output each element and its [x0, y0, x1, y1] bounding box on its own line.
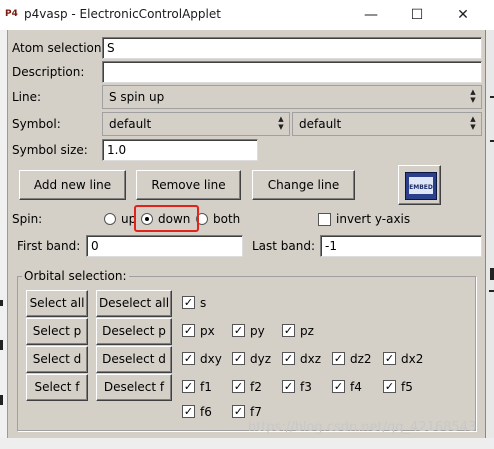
embed-icon: EMBED [405, 172, 437, 200]
orbital-dx2-label[interactable]: dx2 [401, 352, 423, 366]
orbital-dxz-label[interactable]: dxz [300, 352, 321, 366]
window-frame-right [485, 30, 494, 449]
orbital-f3-label[interactable]: f3 [300, 380, 312, 394]
background-artifact [490, 268, 494, 280]
orbital-f6-label[interactable]: f6 [200, 405, 212, 419]
spin-label: Spin: [12, 212, 43, 226]
orbital-px-checkbox[interactable]: ✓ [182, 324, 195, 337]
orbital-f4-label[interactable]: f4 [350, 380, 362, 394]
symbol-style-dropdown[interactable]: default ▲ ▼ [292, 112, 482, 136]
orbital-f7-checkbox[interactable]: ✓ [232, 405, 245, 418]
spin-both-label[interactable]: both [213, 212, 240, 226]
select-d-button[interactable]: Select d [26, 346, 88, 373]
close-icon: ✕ [457, 7, 469, 23]
first-band-label: First band: [17, 239, 81, 253]
orbital-dyz-checkbox[interactable]: ✓ [232, 352, 245, 365]
close-button[interactable]: ✕ [440, 0, 486, 30]
orbital-pz-checkbox[interactable]: ✓ [282, 324, 295, 337]
change-line-button[interactable]: Change line [252, 170, 355, 200]
first-band-input[interactable]: 0 [86, 235, 243, 257]
atom-selection-label: Atom selection: [12, 41, 106, 55]
orbital-f1-checkbox[interactable]: ✓ [182, 380, 195, 393]
invert-y-axis-checkbox[interactable] [318, 213, 331, 226]
orbital-py-checkbox[interactable]: ✓ [232, 324, 245, 337]
deselect-f-button[interactable]: Deselect f [96, 374, 172, 401]
orbital-dz2-label[interactable]: dz2 [350, 352, 372, 366]
invert-y-axis-label[interactable]: invert y-axis [336, 212, 410, 226]
app-icon: P4 [5, 9, 18, 19]
minimize-icon: — [364, 7, 378, 23]
orbital-f6-checkbox[interactable]: ✓ [182, 405, 195, 418]
last-band-label: Last band: [252, 239, 316, 253]
spin-up-radio[interactable] [104, 213, 116, 225]
select-f-button[interactable]: Select f [26, 374, 88, 401]
last-band-input[interactable]: -1 [320, 235, 482, 257]
orbital-dx2-checkbox[interactable]: ✓ [383, 352, 396, 365]
updown-arrow-icon: ▲ ▼ [470, 88, 476, 104]
orbital-s-label[interactable]: s [200, 296, 206, 310]
background-artifact [489, 290, 494, 292]
orbital-f5-label[interactable]: f5 [401, 380, 413, 394]
window-frame-bottom [0, 438, 494, 449]
window-title: p4vasp - ElectronicControlApplet [24, 7, 221, 21]
maximize-button[interactable]: ☐ [394, 0, 440, 30]
deselect-p-button[interactable]: Deselect p [96, 318, 172, 345]
orbital-f4-checkbox[interactable]: ✓ [332, 380, 345, 393]
symbol-label: Symbol: [12, 117, 61, 131]
orbital-dxy-label[interactable]: dxy [200, 352, 222, 366]
line-label: Line: [12, 90, 42, 104]
orbital-dxz-checkbox[interactable]: ✓ [282, 352, 295, 365]
updown-arrow-icon: ▲ ▼ [278, 115, 284, 131]
deselect-all-button[interactable]: Deselect all [96, 290, 172, 317]
embed-button[interactable]: EMBED [398, 165, 441, 205]
watermark-text: https://blog.csdn.net/qq_42168543 [248, 420, 477, 435]
updown-arrow-icon: ▲ ▼ [470, 115, 476, 131]
select-all-button[interactable]: Select all [26, 290, 88, 317]
description-label: Description: [12, 65, 85, 79]
orbital-f5-checkbox[interactable]: ✓ [383, 380, 396, 393]
background-artifact [0, 300, 3, 306]
orbital-py-label[interactable]: py [250, 324, 265, 338]
add-new-line-button[interactable]: Add new line [19, 170, 126, 200]
orbital-f1-label[interactable]: f1 [200, 380, 212, 394]
line-dropdown-value: S spin up [109, 90, 165, 104]
window-frame-left [0, 30, 8, 449]
embed-icon-label: EMBED [409, 177, 433, 194]
orbital-s-checkbox[interactable]: ✓ [182, 296, 195, 309]
background-artifact [490, 140, 494, 142]
description-input[interactable] [102, 61, 482, 83]
symbol-dropdown-value: default [109, 117, 152, 131]
symbol-size-input[interactable]: 1.0 [102, 139, 258, 161]
orbital-selection-legend: Orbital selection: [22, 269, 129, 283]
background-artifact [0, 340, 3, 350]
orbital-dz2-checkbox[interactable]: ✓ [332, 352, 345, 365]
orbital-f2-label[interactable]: f2 [250, 380, 262, 394]
maximize-icon: ☐ [410, 7, 424, 23]
orbital-pz-label[interactable]: pz [300, 324, 314, 338]
orbital-px-label[interactable]: px [200, 324, 215, 338]
minimize-button[interactable]: — [348, 0, 394, 30]
orbital-f7-label[interactable]: f7 [250, 405, 262, 419]
atom-selection-input[interactable]: S [102, 37, 482, 59]
line-dropdown[interactable]: S spin up ▲ ▼ [102, 85, 482, 109]
deselect-d-button[interactable]: Deselect d [96, 346, 172, 373]
orbital-dyz-label[interactable]: dyz [250, 352, 271, 366]
orbital-f2-checkbox[interactable]: ✓ [232, 380, 245, 393]
background-artifact [0, 395, 3, 405]
symbol-size-label: Symbol size: [12, 143, 88, 157]
selection-highlight-box [134, 205, 199, 232]
background-artifact [490, 96, 494, 98]
symbol-style-dropdown-value: default [299, 117, 342, 131]
symbol-dropdown[interactable]: default ▲ ▼ [102, 112, 290, 136]
remove-line-button[interactable]: Remove line [136, 170, 241, 200]
orbital-f3-checkbox[interactable]: ✓ [282, 380, 295, 393]
select-p-button[interactable]: Select p [26, 318, 88, 345]
orbital-dxy-checkbox[interactable]: ✓ [182, 352, 195, 365]
